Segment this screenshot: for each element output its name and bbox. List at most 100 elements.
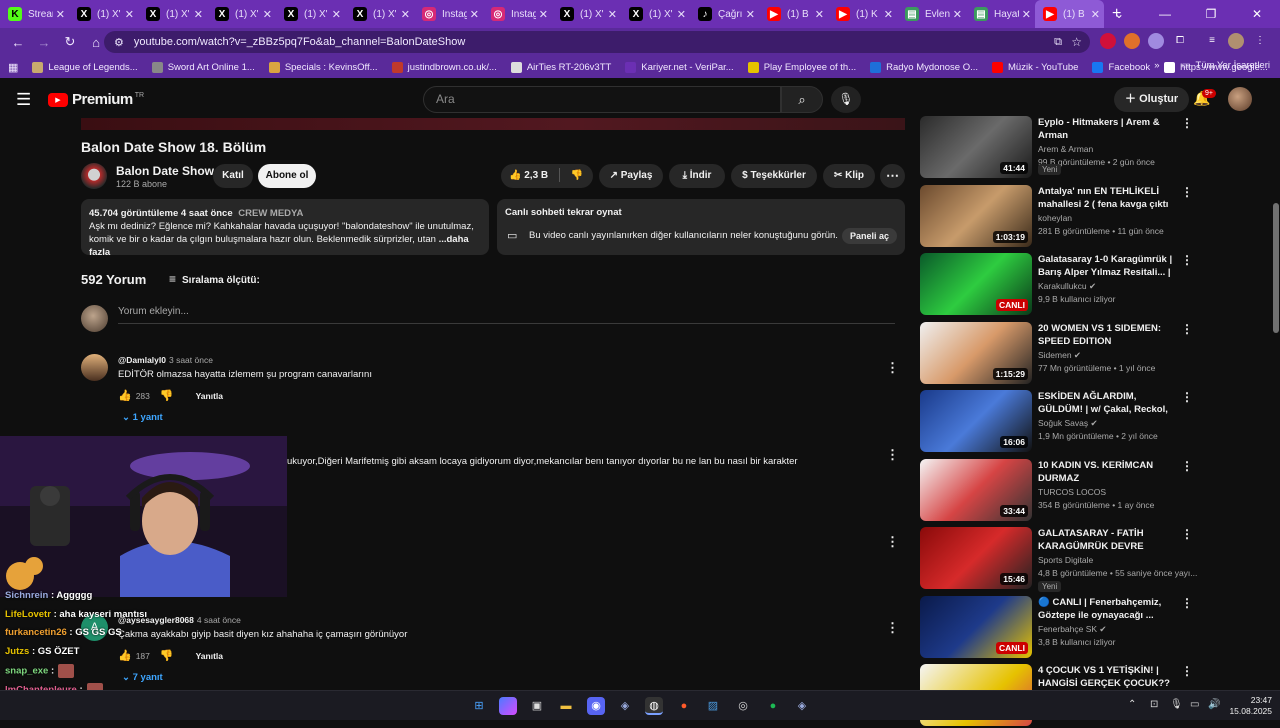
recommended-video-title[interactable]: Eyplo - Hitmakers | Arem & Arman: [1038, 116, 1174, 142]
hamburger-menu-icon[interactable]: ☰: [16, 90, 31, 110]
tab-close-icon[interactable]: ✕: [125, 8, 134, 21]
browser-tab[interactable]: X (1) X' ✕: [69, 0, 138, 28]
recommended-video[interactable]: 1:03:19 Antalya' nın EN TEHLİKELİ mahalle…: [920, 184, 1270, 249]
bookmark-item[interactable]: Kariyer.net - VeriPar...: [625, 61, 734, 73]
search-input[interactable]: Ara: [423, 86, 781, 113]
recommended-video-channel[interactable]: Arem & Arman: [1038, 144, 1093, 154]
video-menu-icon[interactable]: ⋮: [1181, 253, 1193, 267]
view-replies-button[interactable]: ⌄ 1 yanıt: [122, 412, 163, 423]
browser-tab[interactable]: X (1) X' ✕: [552, 0, 621, 28]
recommended-video-channel[interactable]: koheylan: [1038, 213, 1072, 223]
sort-button[interactable]: ≡ Sıralama ölçütü:: [169, 272, 260, 286]
bookmark-star-icon[interactable]: ☆: [1071, 35, 1082, 49]
video-menu-icon[interactable]: ⋮: [1181, 459, 1193, 473]
video-menu-icon[interactable]: ⋮: [1181, 116, 1193, 130]
volume-icon[interactable]: 🔊: [1208, 699, 1220, 710]
video-player-bottom[interactable]: [81, 118, 905, 130]
video-thumbnail[interactable]: 1:03:19: [920, 184, 1032, 247]
app-red-icon[interactable]: ●: [675, 697, 693, 715]
comment-avatar[interactable]: [81, 354, 108, 381]
steam-icon[interactable]: ◈: [616, 697, 634, 715]
browser-tab[interactable]: ◎ Instag ✕: [414, 0, 483, 28]
profile-avatar-icon[interactable]: [1228, 33, 1244, 49]
network-icon[interactable]: ⊡: [1150, 699, 1158, 710]
join-button[interactable]: Katıl: [213, 164, 253, 188]
tab-close-icon[interactable]: ✕: [608, 8, 617, 21]
photos-icon[interactable]: ▨: [704, 697, 722, 715]
thumbs-up-icon[interactable]: 👍: [118, 389, 132, 402]
bookmark-item[interactable]: Specials : KevinsOff...: [268, 61, 378, 73]
browser-tab[interactable]: X (1) X' ✕: [345, 0, 414, 28]
recommended-video-title[interactable]: 🔵 CANLI | Fenerbahçemiz, Göztepe ile oyn…: [1038, 596, 1174, 622]
recommended-video[interactable]: CANLI Galatasaray 1-0 Karagümrük | Barış …: [920, 253, 1270, 317]
bookmark-item[interactable]: AirTies RT-206v3TT: [510, 61, 611, 73]
video-menu-icon[interactable]: ⋮: [1181, 322, 1193, 336]
video-thumbnail[interactable]: 1:15:29: [920, 321, 1032, 384]
create-button[interactable]: ＋ Oluştur: [1114, 87, 1190, 112]
recommended-video[interactable]: 16:06 ESKİDEN AĞLARDIM, GÜLDÜM! | w/ Çaka…: [920, 390, 1270, 454]
store-icon[interactable]: ▣: [528, 697, 546, 715]
apps-grid-icon[interactable]: ▦: [8, 61, 18, 74]
browser-tab[interactable]: ◎ Instag ✕: [483, 0, 552, 28]
tab-close-icon[interactable]: ✕: [332, 8, 341, 21]
tab-close-icon[interactable]: ✕: [401, 8, 410, 21]
page-scrollbar[interactable]: [1272, 118, 1280, 690]
recommended-video-title[interactable]: Antalya' nın EN TEHLİKELİ mahallesi 2 ( …: [1038, 185, 1174, 211]
recommended-video-channel[interactable]: Fenerbahçe SK ✔: [1038, 624, 1107, 635]
tab-close-icon[interactable]: ✕: [194, 8, 203, 21]
browser-tab[interactable]: K Stream✕: [0, 0, 69, 28]
browser-tab[interactable]: ▤ Evlen ✕: [897, 0, 966, 28]
github-icon[interactable]: ◎: [734, 697, 752, 715]
clip-button[interactable]: ✂ Klip: [823, 164, 875, 188]
url-field[interactable]: ⚙ youtube.com/watch?v=_zBBz5pq7Fo&ab_cha…: [104, 31, 1090, 53]
recommended-video[interactable]: 1:15:29 20 WOMEN VS 1 SIDEMEN: SPEED EDIT…: [920, 321, 1270, 386]
bookmark-item[interactable]: League of Legends...: [32, 61, 138, 73]
tab-close-icon[interactable]: ✕: [746, 8, 755, 21]
recommended-video[interactable]: 33:44 10 KADIN VS. KERİMCAN DURMAZ TURCOS …: [920, 458, 1270, 523]
scrollbar-thumb[interactable]: [1273, 203, 1279, 333]
bookmark-item[interactable]: Sword Art Online 1...: [151, 61, 255, 73]
recommended-video[interactable]: 41:44 Eyplo - Hitmakers | Arem & Arman Are…: [920, 116, 1270, 180]
microphone-icon[interactable]: 🎙: [1170, 699, 1183, 710]
video-thumbnail[interactable]: CANLI: [920, 595, 1032, 658]
add-comment-input[interactable]: Yorum ekleyin...: [118, 306, 895, 324]
close-icon[interactable]: ✕: [1234, 7, 1280, 21]
bookmark-item[interactable]: Play Employee of th...: [747, 61, 856, 73]
tab-close-icon[interactable]: ✕: [263, 8, 272, 21]
recommended-video-channel[interactable]: TURCOS LOCOS: [1038, 487, 1106, 497]
reply-button[interactable]: Yanıtla: [196, 391, 223, 401]
spotify-icon[interactable]: ●: [764, 697, 782, 715]
steam-icon[interactable]: ◈: [793, 697, 811, 715]
video-menu-icon[interactable]: ⋮: [1181, 664, 1193, 678]
recommended-video[interactable]: 15:46 GALATASARAY - FATİH KARAGÜMRÜK DEVR…: [920, 527, 1270, 592]
like-button[interactable]: 👍 2,3 B: [509, 170, 548, 181]
browser-tab[interactable]: X (1) X' ✕: [207, 0, 276, 28]
channel-name[interactable]: Balon Date Show: [116, 164, 214, 178]
video-thumbnail[interactable]: CANLI: [920, 253, 1032, 315]
bookmark-item[interactable]: Radyo Mydonose O...: [870, 61, 978, 73]
account-avatar[interactable]: [1228, 87, 1252, 111]
browser-tab[interactable]: ▤ Hayat ✕: [966, 0, 1035, 28]
back-icon[interactable]: ←: [6, 35, 30, 50]
video-menu-icon[interactable]: ⋮: [1181, 596, 1193, 610]
reload-icon[interactable]: ↻: [58, 34, 82, 50]
browser-tab[interactable]: ▶ (1) B ✕: [759, 0, 828, 28]
site-info-icon[interactable]: ⚙: [114, 36, 124, 49]
extensions-puzzle-icon[interactable]: ⧠: [1172, 33, 1188, 49]
discord-icon[interactable]: ◉: [587, 697, 605, 715]
browser-tab[interactable]: X (1) X' ✕: [138, 0, 207, 28]
description-box[interactable]: 45.704 görüntüleme 4 saat önce CREW MEDY…: [81, 199, 489, 258]
video-menu-icon[interactable]: ⋮: [1181, 527, 1193, 541]
recommended-video[interactable]: CANLI 🔵 CANLI | Fenerbahçemiz, Göztepe il…: [920, 595, 1270, 660]
browser-tab[interactable]: ▶ (1) B ✕: [1035, 0, 1104, 28]
tab-close-icon[interactable]: ✕: [1022, 8, 1031, 21]
browser-tab[interactable]: ♪ Çağrı ✕: [690, 0, 759, 28]
tab-close-icon[interactable]: ✕: [470, 8, 479, 21]
youtube-premium-logo[interactable]: ▶ Premium TR: [48, 91, 144, 108]
windows-start-icon[interactable]: ⊞: [470, 697, 488, 715]
download-button[interactable]: ⤓ İndir: [669, 164, 725, 188]
recommended-video-channel[interactable]: Soğuk Savaş ✔: [1038, 418, 1098, 429]
thumbs-down-icon[interactable]: 👎: [571, 170, 583, 181]
comment-menu-icon[interactable]: ⋮: [886, 534, 899, 550]
more-actions-button[interactable]: ⋯: [880, 164, 905, 188]
